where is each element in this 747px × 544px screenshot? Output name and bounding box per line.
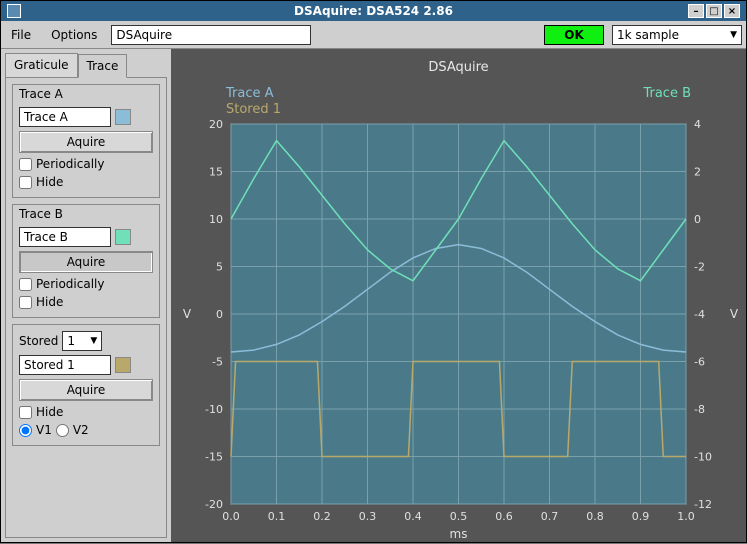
svg-text:-2: -2 bbox=[694, 261, 705, 274]
svg-text:-10: -10 bbox=[694, 451, 712, 464]
minimize-button[interactable]: – bbox=[688, 4, 704, 18]
ok-indicator: OK bbox=[544, 25, 604, 45]
trace-a-color-swatch[interactable] bbox=[115, 109, 131, 125]
svg-text:-5: -5 bbox=[212, 356, 223, 369]
svg-text:5: 5 bbox=[216, 261, 223, 274]
svg-text:-4: -4 bbox=[694, 308, 705, 321]
menubar: File Options OK 1k sample ▼ bbox=[1, 21, 746, 49]
sample-combo[interactable]: 1k sample ▼ bbox=[612, 25, 742, 45]
trace-a-acquire-button[interactable]: Aquire bbox=[19, 131, 153, 153]
svg-text:15: 15 bbox=[209, 166, 223, 179]
svg-text:0.8: 0.8 bbox=[586, 510, 604, 523]
appname-input[interactable] bbox=[111, 25, 311, 45]
svg-text:0: 0 bbox=[694, 213, 701, 226]
trace-a-periodically-check[interactable]: Periodically bbox=[19, 157, 153, 171]
stored-hide-check[interactable]: Hide bbox=[19, 405, 153, 419]
titlebar: DSAquire: DSA524 2.86 – □ × bbox=[1, 1, 746, 21]
stored-v1-radio[interactable]: V1 bbox=[19, 423, 52, 437]
stored-title: Stored bbox=[19, 334, 58, 348]
group-trace-a: Trace A Aquire Periodically Hide bbox=[12, 84, 160, 198]
trace-b-hide-check[interactable]: Hide bbox=[19, 295, 153, 309]
svg-text:-20: -20 bbox=[205, 498, 223, 511]
svg-text:ms: ms bbox=[450, 527, 468, 541]
window-title: DSAquire: DSA524 2.86 bbox=[294, 4, 453, 18]
svg-text:Stored 1: Stored 1 bbox=[226, 102, 281, 117]
svg-text:1.0: 1.0 bbox=[677, 510, 695, 523]
svg-text:0.6: 0.6 bbox=[495, 510, 513, 523]
stored-name-input[interactable] bbox=[19, 355, 111, 375]
stored-select[interactable]: 1 ▼ bbox=[62, 331, 102, 351]
svg-text:-8: -8 bbox=[694, 403, 705, 416]
svg-text:-10: -10 bbox=[205, 403, 223, 416]
svg-text:0.4: 0.4 bbox=[404, 510, 422, 523]
trace-b-acquire-button[interactable]: Aquire bbox=[19, 251, 153, 273]
svg-text:Trace A: Trace A bbox=[225, 86, 274, 101]
svg-text:Trace B: Trace B bbox=[642, 86, 691, 101]
trace-b-color-swatch[interactable] bbox=[115, 229, 131, 245]
chevron-down-icon: ▼ bbox=[730, 30, 737, 40]
tab-trace[interactable]: Trace bbox=[78, 54, 128, 78]
chevron-down-icon: ▼ bbox=[90, 336, 97, 346]
trace-a-title: Trace A bbox=[19, 87, 153, 101]
svg-text:0.7: 0.7 bbox=[541, 510, 559, 523]
svg-text:-6: -6 bbox=[694, 356, 705, 369]
stored-color-swatch[interactable] bbox=[115, 357, 131, 373]
svg-text:V: V bbox=[730, 307, 739, 321]
stored-v2-radio[interactable]: V2 bbox=[56, 423, 89, 437]
maximize-button[interactable]: □ bbox=[706, 4, 722, 18]
trace-b-periodically-check[interactable]: Periodically bbox=[19, 277, 153, 291]
menu-file[interactable]: File bbox=[5, 26, 37, 44]
app-icon bbox=[7, 4, 21, 18]
svg-text:-15: -15 bbox=[205, 451, 223, 464]
trace-b-title: Trace B bbox=[19, 207, 153, 221]
chart-svg: 0.00.10.20.30.40.50.60.70.80.91.0-20-15-… bbox=[171, 49, 746, 544]
left-panel: Graticule Trace Trace A Aquire Periodica… bbox=[1, 49, 171, 542]
trace-a-hide-check[interactable]: Hide bbox=[19, 175, 153, 189]
svg-text:0.3: 0.3 bbox=[359, 510, 377, 523]
svg-text:DSAquire: DSAquire bbox=[428, 60, 488, 75]
svg-text:0.1: 0.1 bbox=[268, 510, 286, 523]
close-button[interactable]: × bbox=[724, 4, 740, 18]
svg-text:2: 2 bbox=[694, 166, 701, 179]
svg-text:20: 20 bbox=[209, 118, 223, 131]
trace-b-name-input[interactable] bbox=[19, 227, 111, 247]
svg-text:0.9: 0.9 bbox=[632, 510, 650, 523]
sample-combo-value: 1k sample bbox=[617, 28, 679, 42]
svg-text:10: 10 bbox=[209, 213, 223, 226]
svg-text:4: 4 bbox=[694, 118, 701, 131]
trace-a-name-input[interactable] bbox=[19, 107, 111, 127]
group-trace-b: Trace B Aquire Periodically Hide bbox=[12, 204, 160, 318]
svg-text:0: 0 bbox=[216, 308, 223, 321]
svg-text:0.2: 0.2 bbox=[313, 510, 331, 523]
tab-graticule[interactable]: Graticule bbox=[5, 53, 78, 77]
group-stored: Stored 1 ▼ Aquire Hide V1 V2 bbox=[12, 324, 160, 446]
svg-text:0.0: 0.0 bbox=[222, 510, 240, 523]
chart-area: 0.00.10.20.30.40.50.60.70.80.91.0-20-15-… bbox=[171, 49, 746, 542]
svg-text:V: V bbox=[183, 307, 192, 321]
menu-options[interactable]: Options bbox=[45, 26, 103, 44]
svg-text:-12: -12 bbox=[694, 498, 712, 511]
stored-acquire-button[interactable]: Aquire bbox=[19, 379, 153, 401]
svg-text:0.5: 0.5 bbox=[450, 510, 468, 523]
